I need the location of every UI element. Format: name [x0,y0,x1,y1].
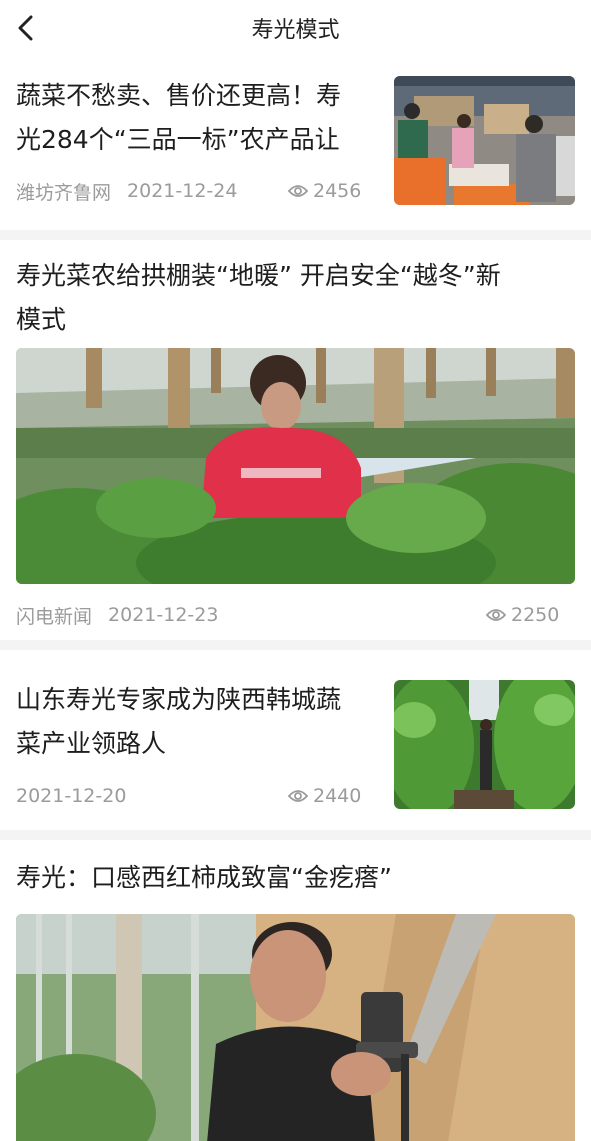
news-item-3[interactable]: 山东寿光专家成为陕西韩城蔬 菜产业领路人 2021-12-20 2440 [0,650,591,830]
news-date: 2021-12-20 [16,785,127,807]
news-title-line: 蔬菜不愁卖、售价还更高！寿 [16,81,342,110]
news-title[interactable]: 蔬菜不愁卖、售价还更高！寿 光284个“三品一标”农产品让 [16,74,386,162]
eye-icon [288,790,308,802]
news-meta: 2021-12-20 [16,781,126,811]
eye-icon [486,609,506,621]
news-source: 闪电新闻 [16,605,93,628]
news-title-line: 光284个“三品一标”农产品让 [16,125,340,154]
view-count-value: 2456 [313,180,362,202]
view-count: 2456 [288,176,361,206]
news-source: 潍坊齐鲁网 [16,181,112,204]
news-image[interactable] [16,914,575,1141]
news-date: 2021-12-23 [108,604,219,626]
news-item-2[interactable]: 寿光菜农给拱棚装“地暖” 开启安全“越冬”新 模式 闪电新闻 2021-12-2… [0,240,591,640]
news-title-line: 寿光：口感西红柿成致富“金疙瘩” [16,863,392,892]
view-count-value: 2250 [511,604,560,626]
news-date: 2021-12-24 [127,180,238,202]
eye-icon [288,185,308,197]
livestream-farmer-photo-icon [16,914,575,1141]
view-count-value: 2440 [313,785,362,807]
news-title-line: 模式 [16,305,67,334]
divider [0,830,591,840]
market-packing-photo-icon [394,76,575,205]
news-title[interactable]: 寿光：口感西红柿成致富“金疙瘩” [16,856,576,900]
news-title-line: 山东寿光专家成为陕西韩城蔬 [16,685,342,714]
news-item-4[interactable]: 寿光：口感西红柿成致富“金疙瘩” [0,840,591,1141]
greenhouse-farmer-photo-icon [16,348,575,584]
vine-greenhouse-photo-icon [394,680,575,809]
news-meta: 闪电新闻 2021-12-23 [16,600,218,630]
divider [0,230,591,240]
view-count: 2250 [486,600,559,630]
news-image[interactable] [16,348,575,584]
view-count: 2440 [288,781,361,811]
news-meta: 潍坊齐鲁网 2021-12-24 [16,176,237,206]
divider [0,640,591,650]
news-item-1[interactable]: 蔬菜不愁卖、售价还更高！寿 光284个“三品一标”农产品让 潍坊齐鲁网 2021… [0,56,591,230]
news-title[interactable]: 山东寿光专家成为陕西韩城蔬 菜产业领路人 [16,678,386,766]
news-title-line: 寿光菜农给拱棚装“地暖” 开启安全“越冬”新 [16,261,501,290]
page-title: 寿光模式 [251,18,340,43]
news-title[interactable]: 寿光菜农给拱棚装“地暖” 开启安全“越冬”新 模式 [16,254,576,342]
news-thumbnail[interactable] [394,680,575,809]
top-nav-bar: 寿光模式 [0,0,591,56]
news-thumbnail[interactable] [394,76,575,205]
news-title-line: 菜产业领路人 [16,729,167,758]
